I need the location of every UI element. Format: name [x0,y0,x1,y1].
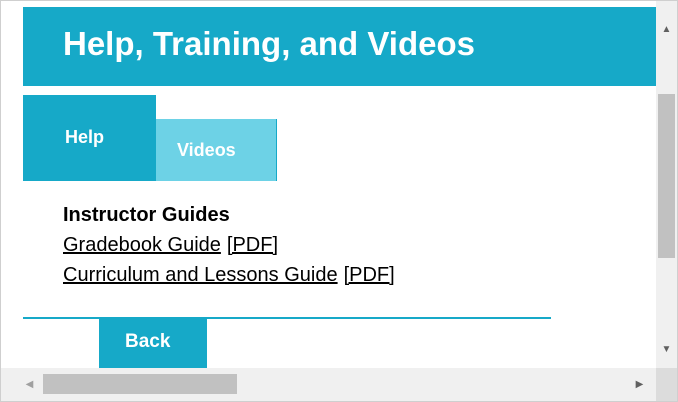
gradebook-guide-link[interactable]: Gradebook Guide [63,234,221,256]
horizontal-scrollbar[interactable]: ◀ ▶ [1,368,656,401]
instructor-guides-section: Instructor Guides Gradebook Guide [PDF] C… [63,200,395,290]
curriculum-lessons-guide-link[interactable]: Curriculum and Lessons Guide [63,264,338,286]
tab-help-label: Help [65,127,105,147]
gradebook-guide-pdf-link[interactable]: [PDF] [227,234,278,256]
vertical-scroll-thumb[interactable] [658,94,675,258]
page-title: Help, Training, and Videos [63,25,475,62]
scroll-down-icon[interactable]: ▼ [656,341,677,358]
horizontal-scroll-thumb[interactable] [43,374,237,394]
scrollbar-corner [656,368,677,401]
scroll-up-icon[interactable]: ▲ [656,21,677,38]
vertical-scrollbar[interactable]: ▲ ▼ [656,1,677,368]
back-button[interactable]: Back [99,319,207,368]
tab-videos-label: Videos [177,140,236,160]
scroll-left-icon[interactable]: ◀ [21,376,38,393]
back-button-label: Back [125,331,171,352]
tab-videos[interactable]: Videos [156,119,277,181]
content-viewport: Help, Training, and Videos Help Videos I… [1,1,656,368]
title-bar: Help, Training, and Videos [23,7,656,86]
help-window: Help, Training, and Videos Help Videos I… [0,0,678,402]
list-item: Gradebook Guide [PDF] [63,230,395,260]
section-heading: Instructor Guides [63,204,230,226]
tab-help[interactable]: Help [23,95,156,181]
scroll-right-icon[interactable]: ▶ [631,376,648,393]
list-item: Curriculum and Lessons Guide [PDF] [63,260,395,290]
curriculum-lessons-guide-pdf-link[interactable]: [PDF] [344,264,395,286]
